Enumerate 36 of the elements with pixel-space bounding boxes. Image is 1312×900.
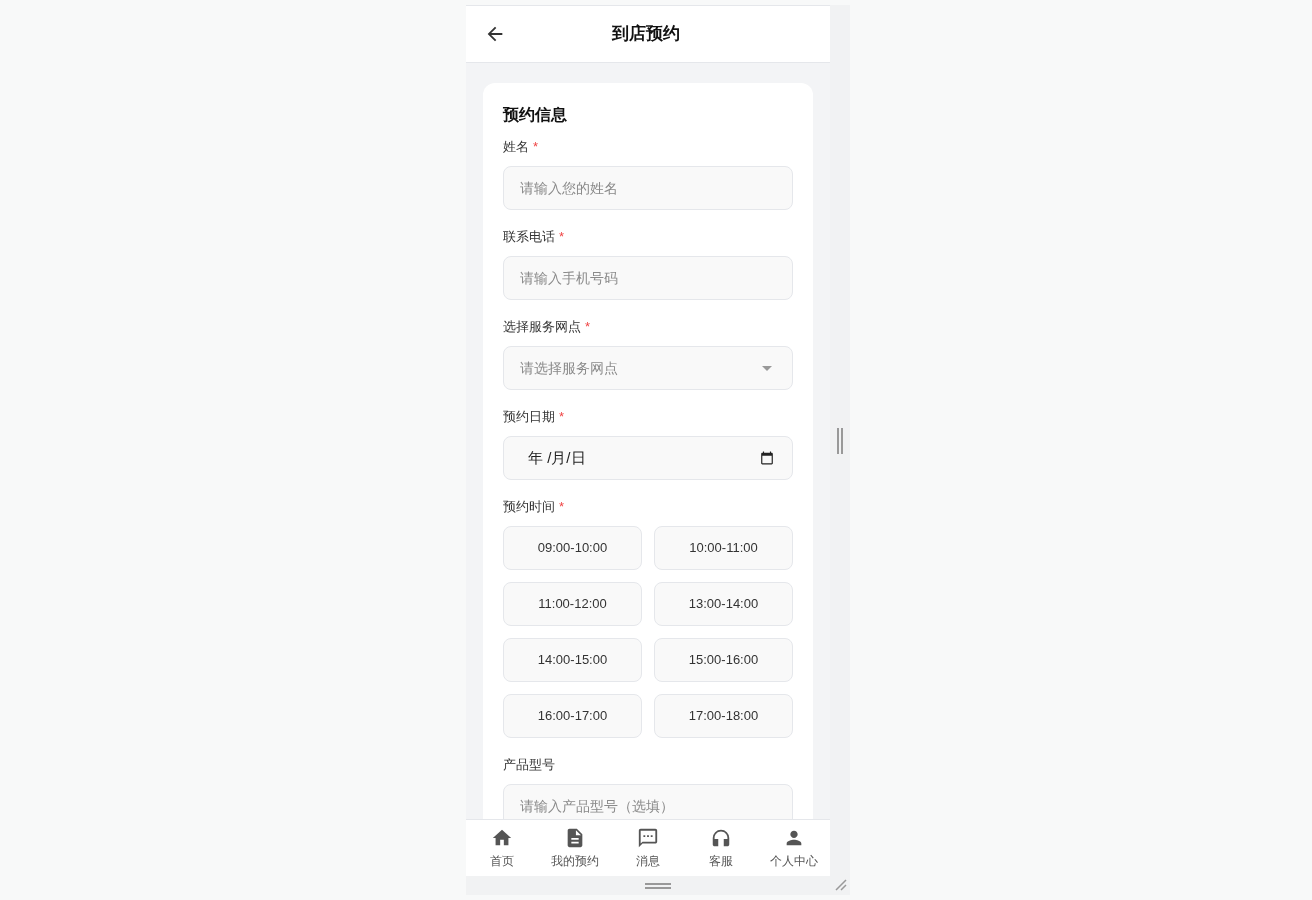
nav-tab[interactable]: 我的预约: [538, 820, 612, 876]
required-mark: *: [559, 498, 565, 516]
required-mark: *: [533, 138, 539, 156]
nav-tab[interactable]: 首页: [466, 820, 539, 876]
text-input-field[interactable]: 请输入手机号码: [503, 256, 793, 300]
card-title: 预约信息: [503, 105, 568, 125]
calendar-icon[interactable]: [760, 451, 774, 465]
nav-tab[interactable]: 消息: [611, 820, 685, 876]
time-slot-button[interactable]: 13:00-14:00: [654, 582, 793, 626]
resize-handle-icon[interactable]: [645, 882, 671, 889]
field-label: 预约时间: [503, 498, 555, 516]
dropdown-caret-icon: [762, 365, 772, 371]
field-label: 选择服务网点: [503, 318, 581, 336]
text-input-field[interactable]: 请输入您的姓名: [503, 166, 793, 210]
date-input-field[interactable]: 年 /月/日: [503, 436, 793, 480]
page-title: 到店预约: [612, 23, 680, 46]
required-mark: *: [559, 408, 565, 426]
resize-grip-icon[interactable]: [837, 427, 843, 454]
text-input-field[interactable]: 请输入产品型号（选填）: [503, 784, 793, 819]
time-slot-button[interactable]: 10:00-11:00: [654, 526, 793, 570]
time-slot-button[interactable]: 15:00-16:00: [654, 638, 793, 682]
required-mark: *: [559, 228, 565, 246]
field-label: 预约日期: [503, 408, 555, 426]
corner-resize-icon[interactable]: [835, 879, 847, 891]
nav-tab[interactable]: 个人中心: [757, 820, 830, 876]
nav-tab[interactable]: 客服: [684, 820, 758, 876]
chat-icon: [637, 826, 659, 849]
required-mark: *: [585, 318, 591, 336]
field-label: 姓名: [503, 138, 529, 156]
time-slot-button[interactable]: 16:00-17:00: [503, 694, 642, 738]
field-label: 联系电话: [503, 228, 555, 246]
time-slot-button[interactable]: 09:00-10:00: [503, 526, 642, 570]
time-slot-button[interactable]: 17:00-18:00: [654, 694, 793, 738]
time-slot-button[interactable]: 14:00-15:00: [503, 638, 642, 682]
field-label: 产品型号: [503, 756, 555, 774]
time-slot-button[interactable]: 11:00-12:00: [503, 582, 642, 626]
